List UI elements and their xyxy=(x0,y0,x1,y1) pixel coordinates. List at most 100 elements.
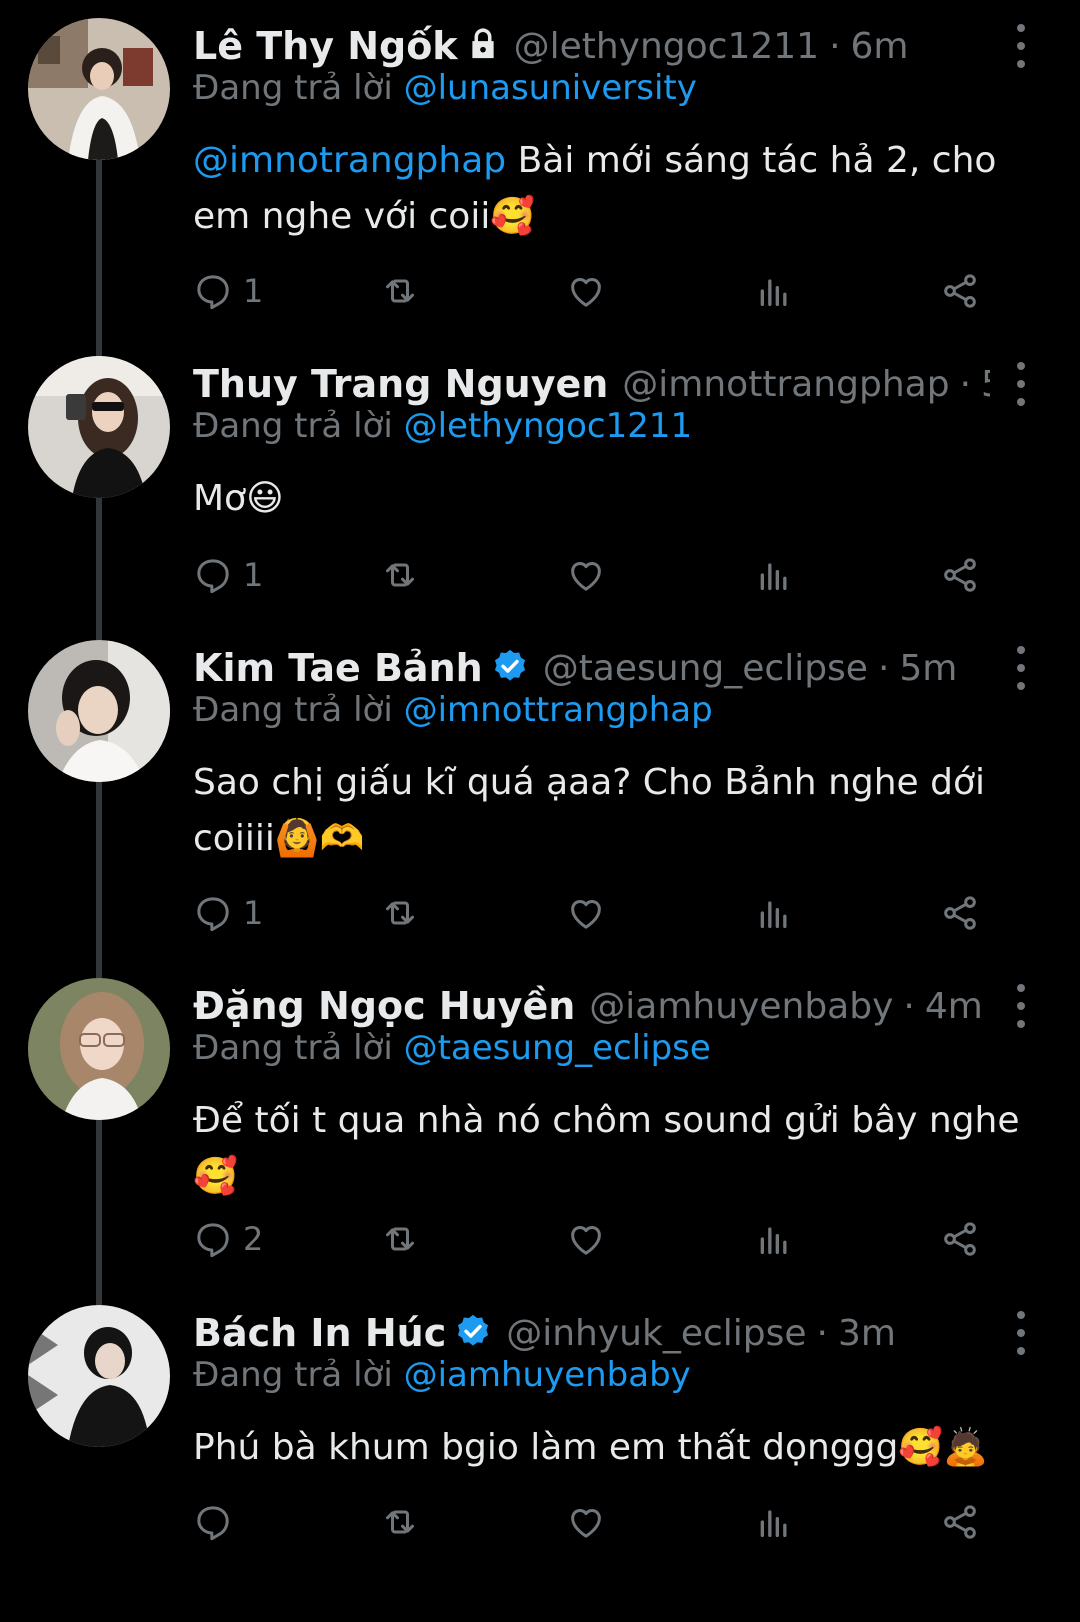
replying-label: Đang trả lời xyxy=(193,406,393,446)
display-name[interactable]: Đặng Ngọc Huyền xyxy=(193,984,575,1028)
like-button[interactable] xyxy=(566,888,606,938)
timestamp[interactable]: 3m xyxy=(838,1313,896,1354)
reply-count: 1 xyxy=(243,272,264,310)
username[interactable]: @imnottrangphap xyxy=(622,364,949,405)
retweet-button[interactable] xyxy=(380,550,420,600)
display-name[interactable]: Kim Tae Bảnh xyxy=(193,646,483,690)
tweet[interactable]: Lê Thy Ngốk @lethyngoc1211 · 6m Đang trả… xyxy=(0,18,1080,318)
timestamp[interactable]: 5m xyxy=(899,648,957,689)
share-button[interactable] xyxy=(940,550,980,600)
replying-label: Đang trả lời xyxy=(193,68,393,108)
tweet[interactable]: Kim Tae Bảnh @taesung_eclipse · 5m Đang … xyxy=(0,640,1080,960)
verified-icon xyxy=(454,1312,492,1354)
share-icon xyxy=(944,274,976,308)
views-button[interactable] xyxy=(754,888,794,938)
tweet-text: Sao chị giấu kĩ quá ạaa? Cho Bảnh nghe d… xyxy=(193,762,986,859)
reply-to-mention[interactable]: @lunasuniversity xyxy=(404,68,697,108)
separator: · xyxy=(877,647,890,689)
like-button[interactable] xyxy=(566,1497,606,1547)
retweet-button[interactable] xyxy=(380,266,420,316)
share-button[interactable] xyxy=(940,888,980,938)
like-button[interactable] xyxy=(566,1214,606,1264)
like-button[interactable] xyxy=(566,550,606,600)
share-icon xyxy=(944,896,976,930)
replying-to: Đang trả lời @iamhuyenbaby xyxy=(193,1355,1020,1395)
separator: · xyxy=(816,1312,828,1354)
share-button[interactable] xyxy=(940,1214,980,1264)
reply-to-mention[interactable]: @lethyngoc1211 xyxy=(404,406,693,446)
more-options-icon[interactable] xyxy=(1006,984,1036,1028)
reply-count: 1 xyxy=(243,894,264,932)
analytics-icon xyxy=(760,279,787,306)
views-button[interactable] xyxy=(754,266,794,316)
views-button[interactable] xyxy=(754,1214,794,1264)
more-options-icon[interactable] xyxy=(1006,362,1036,406)
reply-icon xyxy=(197,559,229,594)
tweet-header: Bách In Húc @inhyuk_eclipse · 3m xyxy=(193,1305,990,1361)
tweet[interactable]: Bách In Húc @inhyuk_eclipse · 3m Đang tr… xyxy=(0,1305,1080,1605)
reply-button[interactable]: 2 xyxy=(193,1214,263,1264)
tweet-actions: 1 xyxy=(0,888,1080,938)
separator: · xyxy=(903,985,915,1027)
retweet-icon xyxy=(386,563,414,587)
display-name[interactable]: Thuy Trang Nguyen xyxy=(193,362,608,406)
reply-icon xyxy=(197,275,229,310)
reply-icon xyxy=(197,1223,229,1258)
tweet-text: Để tối t qua nhà nó chôm sound gửi bây n… xyxy=(193,1100,1020,1197)
tweet-actions: 1 xyxy=(0,550,1080,600)
display-name[interactable]: Bách In Húc xyxy=(193,1311,446,1355)
replying-to: Đang trả lời @lunasuniversity xyxy=(193,68,1020,108)
heart-icon xyxy=(571,900,601,929)
username[interactable]: @taesung_eclipse xyxy=(543,648,868,689)
avatar[interactable] xyxy=(28,356,170,498)
reply-to-mention[interactable]: @taesung_eclipse xyxy=(404,1028,711,1068)
tweet-header: Đặng Ngọc Huyền @iamhuyenbaby · 4m xyxy=(193,978,990,1034)
retweet-button[interactable] xyxy=(380,1497,420,1547)
reply-to-mention[interactable]: @iamhuyenbaby xyxy=(404,1355,691,1395)
reply-button[interactable] xyxy=(193,1497,243,1547)
replying-to: Đang trả lời @taesung_eclipse xyxy=(193,1028,1020,1068)
retweet-button[interactable] xyxy=(380,888,420,938)
retweet-icon xyxy=(386,1227,414,1251)
tweet[interactable]: Thuy Trang Nguyen @imnottrangphap · 5m Đ… xyxy=(0,356,1080,616)
timestamp[interactable]: 4m xyxy=(925,986,983,1027)
views-button[interactable] xyxy=(754,1497,794,1547)
username[interactable]: @lethyngoc1211 xyxy=(514,26,820,67)
views-button[interactable] xyxy=(754,550,794,600)
retweet-button[interactable] xyxy=(380,1214,420,1264)
text-mention[interactable]: @imnotrangphap xyxy=(193,140,506,181)
avatar[interactable] xyxy=(28,978,170,1120)
reply-button[interactable]: 1 xyxy=(193,888,263,938)
share-button[interactable] xyxy=(940,266,980,316)
avatar[interactable] xyxy=(28,18,170,160)
username[interactable]: @iamhuyenbaby xyxy=(589,986,893,1027)
tweet-actions: 2 xyxy=(0,1214,1080,1264)
reply-count: 1 xyxy=(243,556,264,594)
reply-button[interactable]: 1 xyxy=(193,550,263,600)
heart-icon xyxy=(571,278,601,307)
analytics-icon xyxy=(760,1510,787,1537)
tweet-header: Lê Thy Ngốk @lethyngoc1211 · 6m xyxy=(193,18,990,74)
tweet-header: Thuy Trang Nguyen @imnottrangphap · 5m xyxy=(193,356,990,412)
tweet-actions: 1 xyxy=(0,266,1080,316)
analytics-icon xyxy=(760,901,787,928)
more-options-icon[interactable] xyxy=(1006,646,1036,690)
like-button[interactable] xyxy=(566,266,606,316)
timestamp[interactable]: 6m xyxy=(851,26,909,67)
analytics-icon xyxy=(760,563,787,590)
reply-button[interactable]: 1 xyxy=(193,266,263,316)
separator: · xyxy=(829,25,841,67)
tweet[interactable]: Đặng Ngọc Huyền @iamhuyenbaby · 4m Đang … xyxy=(0,978,1080,1288)
timestamp[interactable]: 5m xyxy=(981,364,990,405)
reply-to-mention[interactable]: @imnottrangphap xyxy=(404,690,713,730)
avatar[interactable] xyxy=(28,1305,170,1447)
share-button[interactable] xyxy=(940,1497,980,1547)
tweet-text: Mơ😃 xyxy=(193,478,284,519)
tweet-header: Kim Tae Bảnh @taesung_eclipse · 5m xyxy=(193,640,990,696)
display-name[interactable]: Lê Thy Ngốk xyxy=(193,24,458,68)
avatar[interactable] xyxy=(28,640,170,782)
username[interactable]: @inhyuk_eclipse xyxy=(506,1313,806,1354)
more-options-icon[interactable] xyxy=(1006,1311,1036,1355)
tweet-text: Phú bà khum bgio làm em thất dọnggg🥰🙇 xyxy=(193,1427,988,1468)
more-options-icon[interactable] xyxy=(1006,24,1036,68)
